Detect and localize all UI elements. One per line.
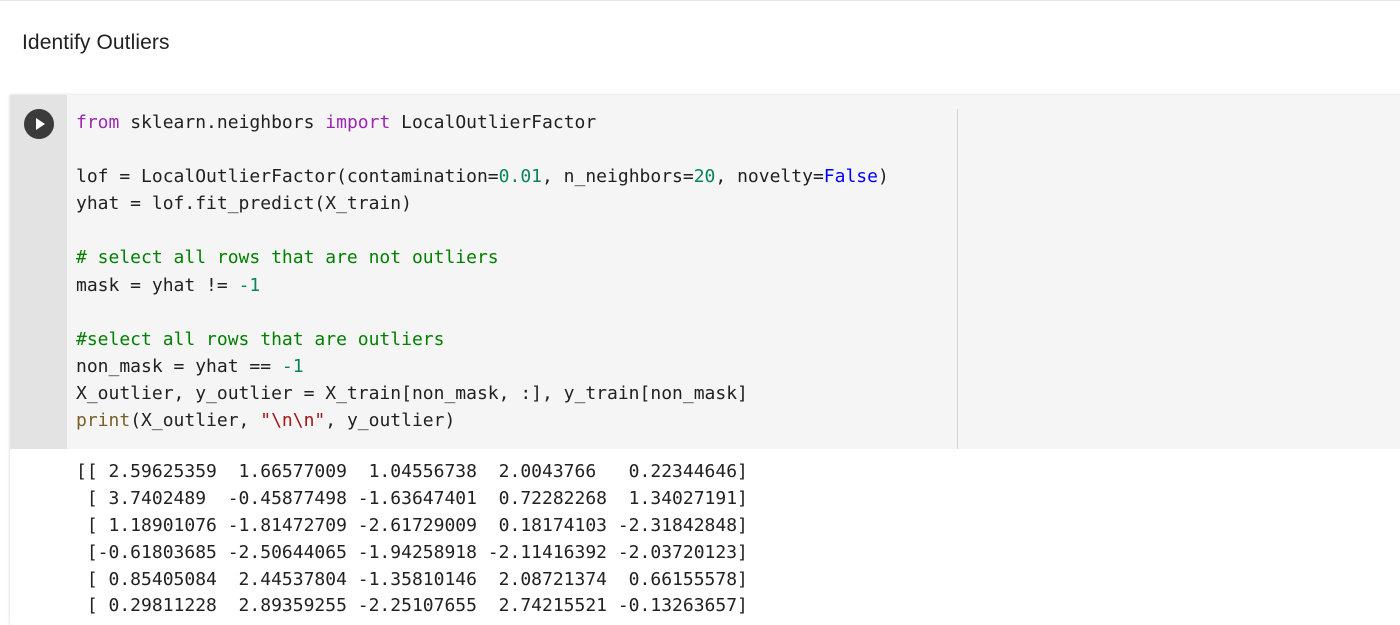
output-line: [[ 2.59625359 1.66577009 1.04556738 2.00…: [76, 461, 748, 482]
code-line: X_outlier, y_outlier = X_train[non_mask,…: [76, 382, 748, 404]
code-comment: #select all rows that are outliers: [76, 328, 445, 350]
code-text[interactable]: from sklearn.neighbors import LocalOutli…: [76, 109, 889, 434]
top-divider: [0, 0, 1400, 1]
output-line: [ 1.18901076 -1.81472709 -2.61729009 0.1…: [76, 514, 748, 536]
code-comment: # select all rows that are not outliers: [76, 247, 499, 269]
output-line: [ 3.7402489 -0.45877498 -1.63647401 0.72…: [76, 487, 748, 509]
output-line: [ 0.85405084 2.44537804 -1.35810146 2.08…: [76, 568, 748, 590]
run-cell-button[interactable]: [24, 109, 54, 139]
editor-ruler: [957, 109, 958, 449]
code-line-empty: [76, 217, 889, 244]
code-cell[interactable]: from sklearn.neighbors import LocalOutli…: [10, 95, 1400, 625]
code-line-empty: [76, 299, 889, 326]
code-line: yhat = lof.fit_predict(X_train): [76, 193, 412, 215]
output-line: [ 0.29811228 2.89359255 -2.25107655 2.74…: [76, 595, 748, 617]
code-line: print(X_outlier, "\n\n", y_outlier): [76, 410, 456, 432]
cell-output: [[ 2.59625359 1.66577009 1.04556738 2.00…: [76, 459, 748, 620]
play-icon: [36, 118, 45, 130]
code-line: non_mask = yhat == -1: [76, 355, 304, 377]
section-title: Identify Outliers: [22, 31, 170, 54]
cell-gutter: [10, 95, 67, 449]
code-line: lof = LocalOutlierFactor(contamination=0…: [76, 166, 889, 188]
output-line: [-0.61803685 -2.50644065 -1.94258918 -2.…: [76, 541, 748, 563]
code-line: from sklearn.neighbors import LocalOutli…: [76, 112, 597, 133]
code-line: mask = yhat != -1: [76, 274, 261, 296]
code-line-empty: [76, 136, 889, 163]
code-editor[interactable]: from sklearn.neighbors import LocalOutli…: [67, 95, 1400, 449]
